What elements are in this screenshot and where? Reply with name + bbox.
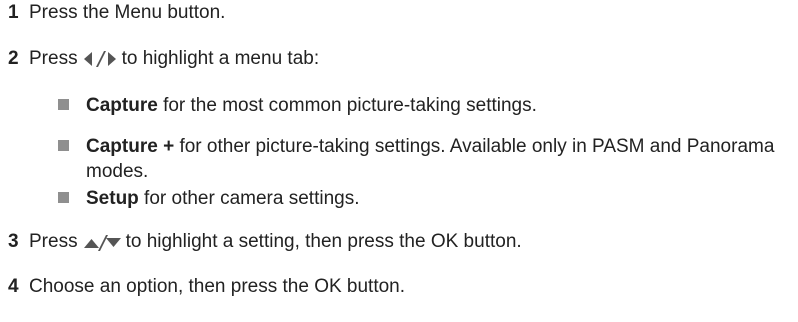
step-2: 2 Press to highlight a menu tab:: [8, 48, 319, 70]
bullet-square-icon: [58, 192, 69, 203]
step-1: 1 Press the Menu button.: [8, 2, 225, 24]
step-4: 4 Choose an option, then press the OK bu…: [8, 276, 405, 298]
bullet-item-setup: Setup for other camera settings.: [58, 186, 360, 211]
bullet-text: Capture for the most common picture-taki…: [86, 93, 537, 118]
bullet-desc: for other camera settings.: [138, 188, 360, 209]
step-text-after: to highlight a setting, then press the O…: [125, 231, 522, 252]
left-right-arrow-icon: [83, 51, 116, 67]
bullet-term: Capture: [86, 95, 158, 116]
bullet-term: Setup: [86, 188, 139, 209]
bullet-square-icon: [58, 140, 69, 151]
bullet-term: Capture +: [86, 136, 175, 157]
step-text-before: Press: [29, 231, 78, 252]
step-text: Choose an option, then press the OK butt…: [29, 276, 406, 297]
bullet-desc: for other picture-taking settings. Avail…: [86, 136, 775, 182]
bullet-item-capture-plus: Capture + for other picture-taking setti…: [58, 134, 786, 184]
step-text-after: to highlight a menu tab:: [121, 48, 320, 69]
bullet-square-icon: [58, 99, 69, 110]
bullet-item-capture: Capture for the most common picture-taki…: [58, 93, 537, 118]
step-3: 3 Press to highlight a setting, then pre…: [8, 231, 522, 253]
step-text: Press the Menu button.: [29, 2, 226, 23]
bullet-text: Setup for other camera settings.: [86, 186, 360, 211]
up-down-arrow-icon: [83, 235, 121, 251]
step-number: 2: [8, 48, 19, 69]
step-number: 1: [8, 2, 19, 23]
bullet-text: Capture + for other picture-taking setti…: [86, 134, 786, 184]
step-text-before: Press: [29, 48, 78, 69]
bullet-desc: for the most common picture-taking setti…: [157, 95, 537, 116]
step-number: 4: [8, 276, 19, 297]
step-number: 3: [8, 231, 19, 252]
